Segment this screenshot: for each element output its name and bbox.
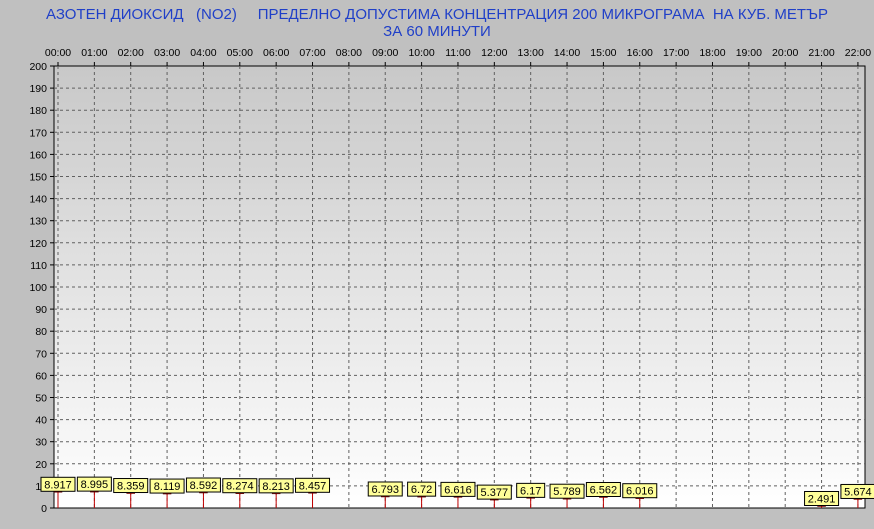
- x-tick-label: 16:00: [627, 47, 653, 59]
- x-axis-ticks: 00:00 01:00 02:00 03:00 04:00 05:00 06:00 07:00…: [45, 47, 871, 66]
- data-label: 6.793: [371, 484, 399, 496]
- x-tick-label: 00:00: [45, 47, 71, 59]
- y-tick-label: 110: [30, 260, 47, 272]
- x-tick-label: 22:00: [845, 47, 871, 59]
- y-tick-label: 90: [35, 304, 47, 316]
- data-label: 6.17: [520, 485, 541, 497]
- x-tick-label: 02:00: [118, 47, 144, 59]
- y-tick-label: 20: [35, 459, 47, 471]
- chart-title-line1: АЗОТЕН ДИОКСИД (NO2) ПРЕДЕЛНО ДОПУСТИМА …: [46, 6, 828, 23]
- no2-hourly-chart: 0102030405060708090100110120130140150160…: [29, 47, 874, 515]
- data-label: 6.72: [411, 484, 432, 496]
- x-tick-label: 13:00: [518, 47, 544, 59]
- y-tick-label: 50: [35, 393, 47, 405]
- data-label: 8.274: [226, 481, 254, 493]
- data-label: 6.616: [444, 484, 472, 496]
- y-tick-label: 60: [35, 370, 47, 382]
- x-tick-label: 21:00: [808, 47, 834, 59]
- y-tick-label: 200: [29, 61, 47, 73]
- y-tick-label: 150: [29, 172, 47, 184]
- y-axis-ticks: 0102030405060708090100110120130140150160…: [29, 61, 54, 515]
- x-tick-label: 18:00: [699, 47, 725, 59]
- y-tick-label: 80: [35, 326, 47, 338]
- x-tick-label: 14:00: [554, 47, 580, 59]
- data-label: 8.213: [262, 481, 290, 493]
- data-label: 8.359: [117, 481, 145, 493]
- x-tick-label: 07:00: [299, 47, 325, 59]
- data-label: 6.562: [590, 484, 618, 496]
- x-tick-label: 10:00: [408, 47, 434, 59]
- y-tick-label: 140: [29, 194, 47, 206]
- x-tick-label: 05:00: [227, 47, 253, 59]
- data-label: 6.016: [626, 486, 654, 498]
- y-tick-label: 120: [29, 238, 47, 250]
- data-label: 8.917: [44, 479, 72, 491]
- data-label: 8.457: [299, 480, 327, 492]
- data-label: 2.491: [808, 493, 836, 505]
- x-tick-label: 03:00: [154, 47, 180, 59]
- x-tick-label: 17:00: [663, 47, 689, 59]
- x-tick-label: 20:00: [772, 47, 798, 59]
- x-tick-label: 15:00: [590, 47, 616, 59]
- x-tick-label: 19:00: [736, 47, 762, 59]
- data-label: 5.377: [481, 487, 509, 499]
- y-tick-label: 190: [29, 83, 47, 95]
- data-label: 8.592: [190, 480, 218, 492]
- y-tick-label: 0: [41, 503, 47, 515]
- y-tick-label: 40: [35, 415, 47, 427]
- chart-title: АЗОТЕН ДИОКСИД (NO2) ПРЕДЕЛНО ДОПУСТИМА …: [0, 6, 874, 40]
- y-tick-label: 160: [29, 149, 47, 161]
- y-tick-label: 30: [35, 437, 47, 449]
- y-tick-label: 70: [35, 348, 47, 360]
- x-tick-label: 04:00: [190, 47, 216, 59]
- y-tick-label: 130: [29, 216, 47, 228]
- y-tick-label: 100: [29, 282, 47, 294]
- chart-title-line2: ЗА 60 МИНУТИ: [383, 23, 491, 40]
- data-label: 8.119: [154, 481, 181, 493]
- data-label: 5.789: [553, 486, 581, 498]
- y-tick-label: 170: [29, 127, 47, 139]
- x-tick-label: 01:00: [81, 47, 107, 59]
- x-tick-label: 06:00: [263, 47, 289, 59]
- x-tick-label: 11:00: [445, 47, 471, 59]
- data-label: 5.674: [844, 486, 872, 498]
- x-tick-label: 12:00: [481, 47, 507, 59]
- y-tick-label: 180: [29, 105, 47, 117]
- data-label: 8.995: [81, 479, 109, 491]
- x-tick-label: 09:00: [372, 47, 398, 59]
- x-tick-label: 08:00: [336, 47, 362, 59]
